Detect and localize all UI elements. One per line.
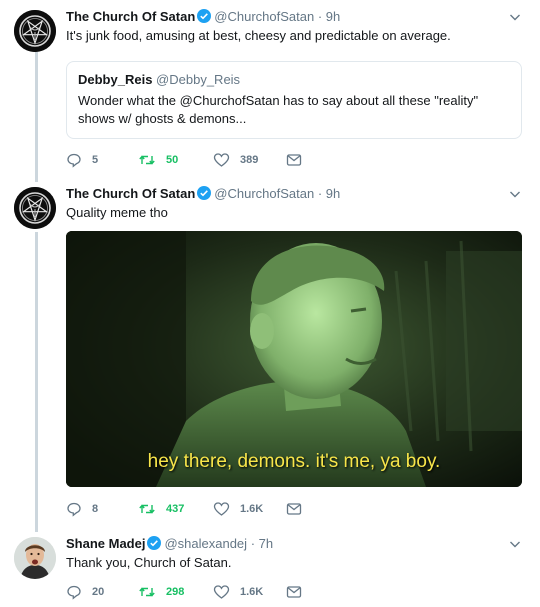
chevron-down-icon[interactable] [508, 537, 522, 556]
reply-icon [67, 153, 81, 168]
verified-icon [147, 536, 162, 555]
timestamp[interactable]: · 7h [251, 536, 273, 551]
avatar[interactable] [14, 187, 56, 229]
reply-button[interactable]: 5 [66, 151, 98, 169]
direct-message-button[interactable] [286, 500, 302, 518]
reply-count: 5 [92, 154, 99, 166]
user-handle[interactable]: @shalexandej [164, 536, 247, 551]
chevron-down-icon[interactable] [508, 10, 522, 29]
tweet-text: It's junk food, amusing at best, cheesy … [66, 28, 451, 43]
reply-button[interactable]: 20 [66, 583, 104, 601]
quoted-tweet-header: Debby_Reis @Debby_Reis [78, 71, 240, 89]
message-icon [286, 586, 302, 598]
night-vision-photo [66, 231, 522, 487]
display-name[interactable]: Shane Madej [66, 536, 145, 551]
timestamp[interactable]: · 9h [318, 186, 340, 201]
quoted-display-name: Debby_Reis [78, 72, 153, 87]
avatar[interactable] [14, 537, 56, 579]
tweet-media-image[interactable]: hey there, demons. it's me, ya boy. [66, 231, 522, 487]
tweet[interactable]: Shane Madej @shalexandej · 7h Thank you, … [0, 535, 540, 607]
tweet-header: Shane Madej @shalexandej · 7h [66, 535, 273, 555]
timestamp[interactable]: · 9h [318, 9, 340, 24]
retweet-icon [139, 504, 155, 514]
like-count: 389 [240, 154, 259, 166]
user-handle[interactable]: @ChurchofSatan [214, 186, 314, 201]
meme-caption: hey there, demons. it's me, ya boy. [147, 451, 441, 472]
direct-message-button[interactable] [286, 583, 302, 601]
retweet-button[interactable]: 50 [138, 151, 178, 169]
retweet-count: 437 [166, 503, 185, 515]
like-button[interactable]: 389 [213, 151, 258, 169]
display-name[interactable]: The Church Of Satan [66, 9, 195, 24]
like-icon [213, 585, 230, 599]
sigil-icon [14, 187, 56, 229]
chevron-down-icon[interactable] [508, 187, 522, 206]
tweet-text: Quality meme tho [66, 205, 168, 220]
verified-icon [197, 186, 212, 205]
retweet-count: 298 [166, 586, 185, 598]
avatar[interactable] [14, 10, 56, 52]
reply-icon [67, 502, 81, 517]
tweet-text: Thank you, Church of Satan. [66, 555, 232, 570]
like-count: 1.6K [240, 586, 264, 598]
like-count: 1.6K [240, 503, 264, 515]
retweet-button[interactable]: 298 [138, 583, 184, 601]
verified-icon [197, 9, 212, 28]
user-handle[interactable]: @ChurchofSatan [214, 9, 314, 24]
retweet-button[interactable]: 437 [138, 500, 184, 518]
retweet-icon [139, 155, 155, 165]
profile-photo [14, 537, 56, 579]
like-icon [213, 502, 230, 516]
tweet-header: The Church Of Satan @ChurchofSatan · 9h [66, 8, 340, 28]
like-icon [213, 153, 230, 167]
tweet-header: The Church Of Satan @ChurchofSatan · 9h [66, 185, 340, 205]
like-button[interactable]: 1.6K [213, 583, 263, 601]
quoted-tweet-text: Wonder what the @ChurchofSatan has to sa… [78, 93, 479, 126]
message-icon [286, 503, 302, 515]
like-button[interactable]: 1.6K [213, 500, 263, 518]
direct-message-button[interactable] [286, 151, 302, 169]
reply-count: 8 [92, 503, 99, 515]
tweet[interactable]: The Church Of Satan @ChurchofSatan · 9h I… [0, 8, 540, 178]
reply-count: 20 [92, 586, 105, 598]
quoted-tweet[interactable]: Debby_Reis @Debby_Reis Wonder what the @… [66, 61, 522, 139]
reply-icon [67, 585, 81, 600]
retweet-count: 50 [166, 154, 179, 166]
message-icon [286, 154, 302, 166]
quoted-handle: @Debby_Reis [156, 72, 241, 87]
retweet-icon [139, 587, 155, 597]
display-name[interactable]: The Church Of Satan [66, 186, 195, 201]
sigil-icon [14, 10, 56, 52]
reply-button[interactable]: 8 [66, 500, 98, 518]
